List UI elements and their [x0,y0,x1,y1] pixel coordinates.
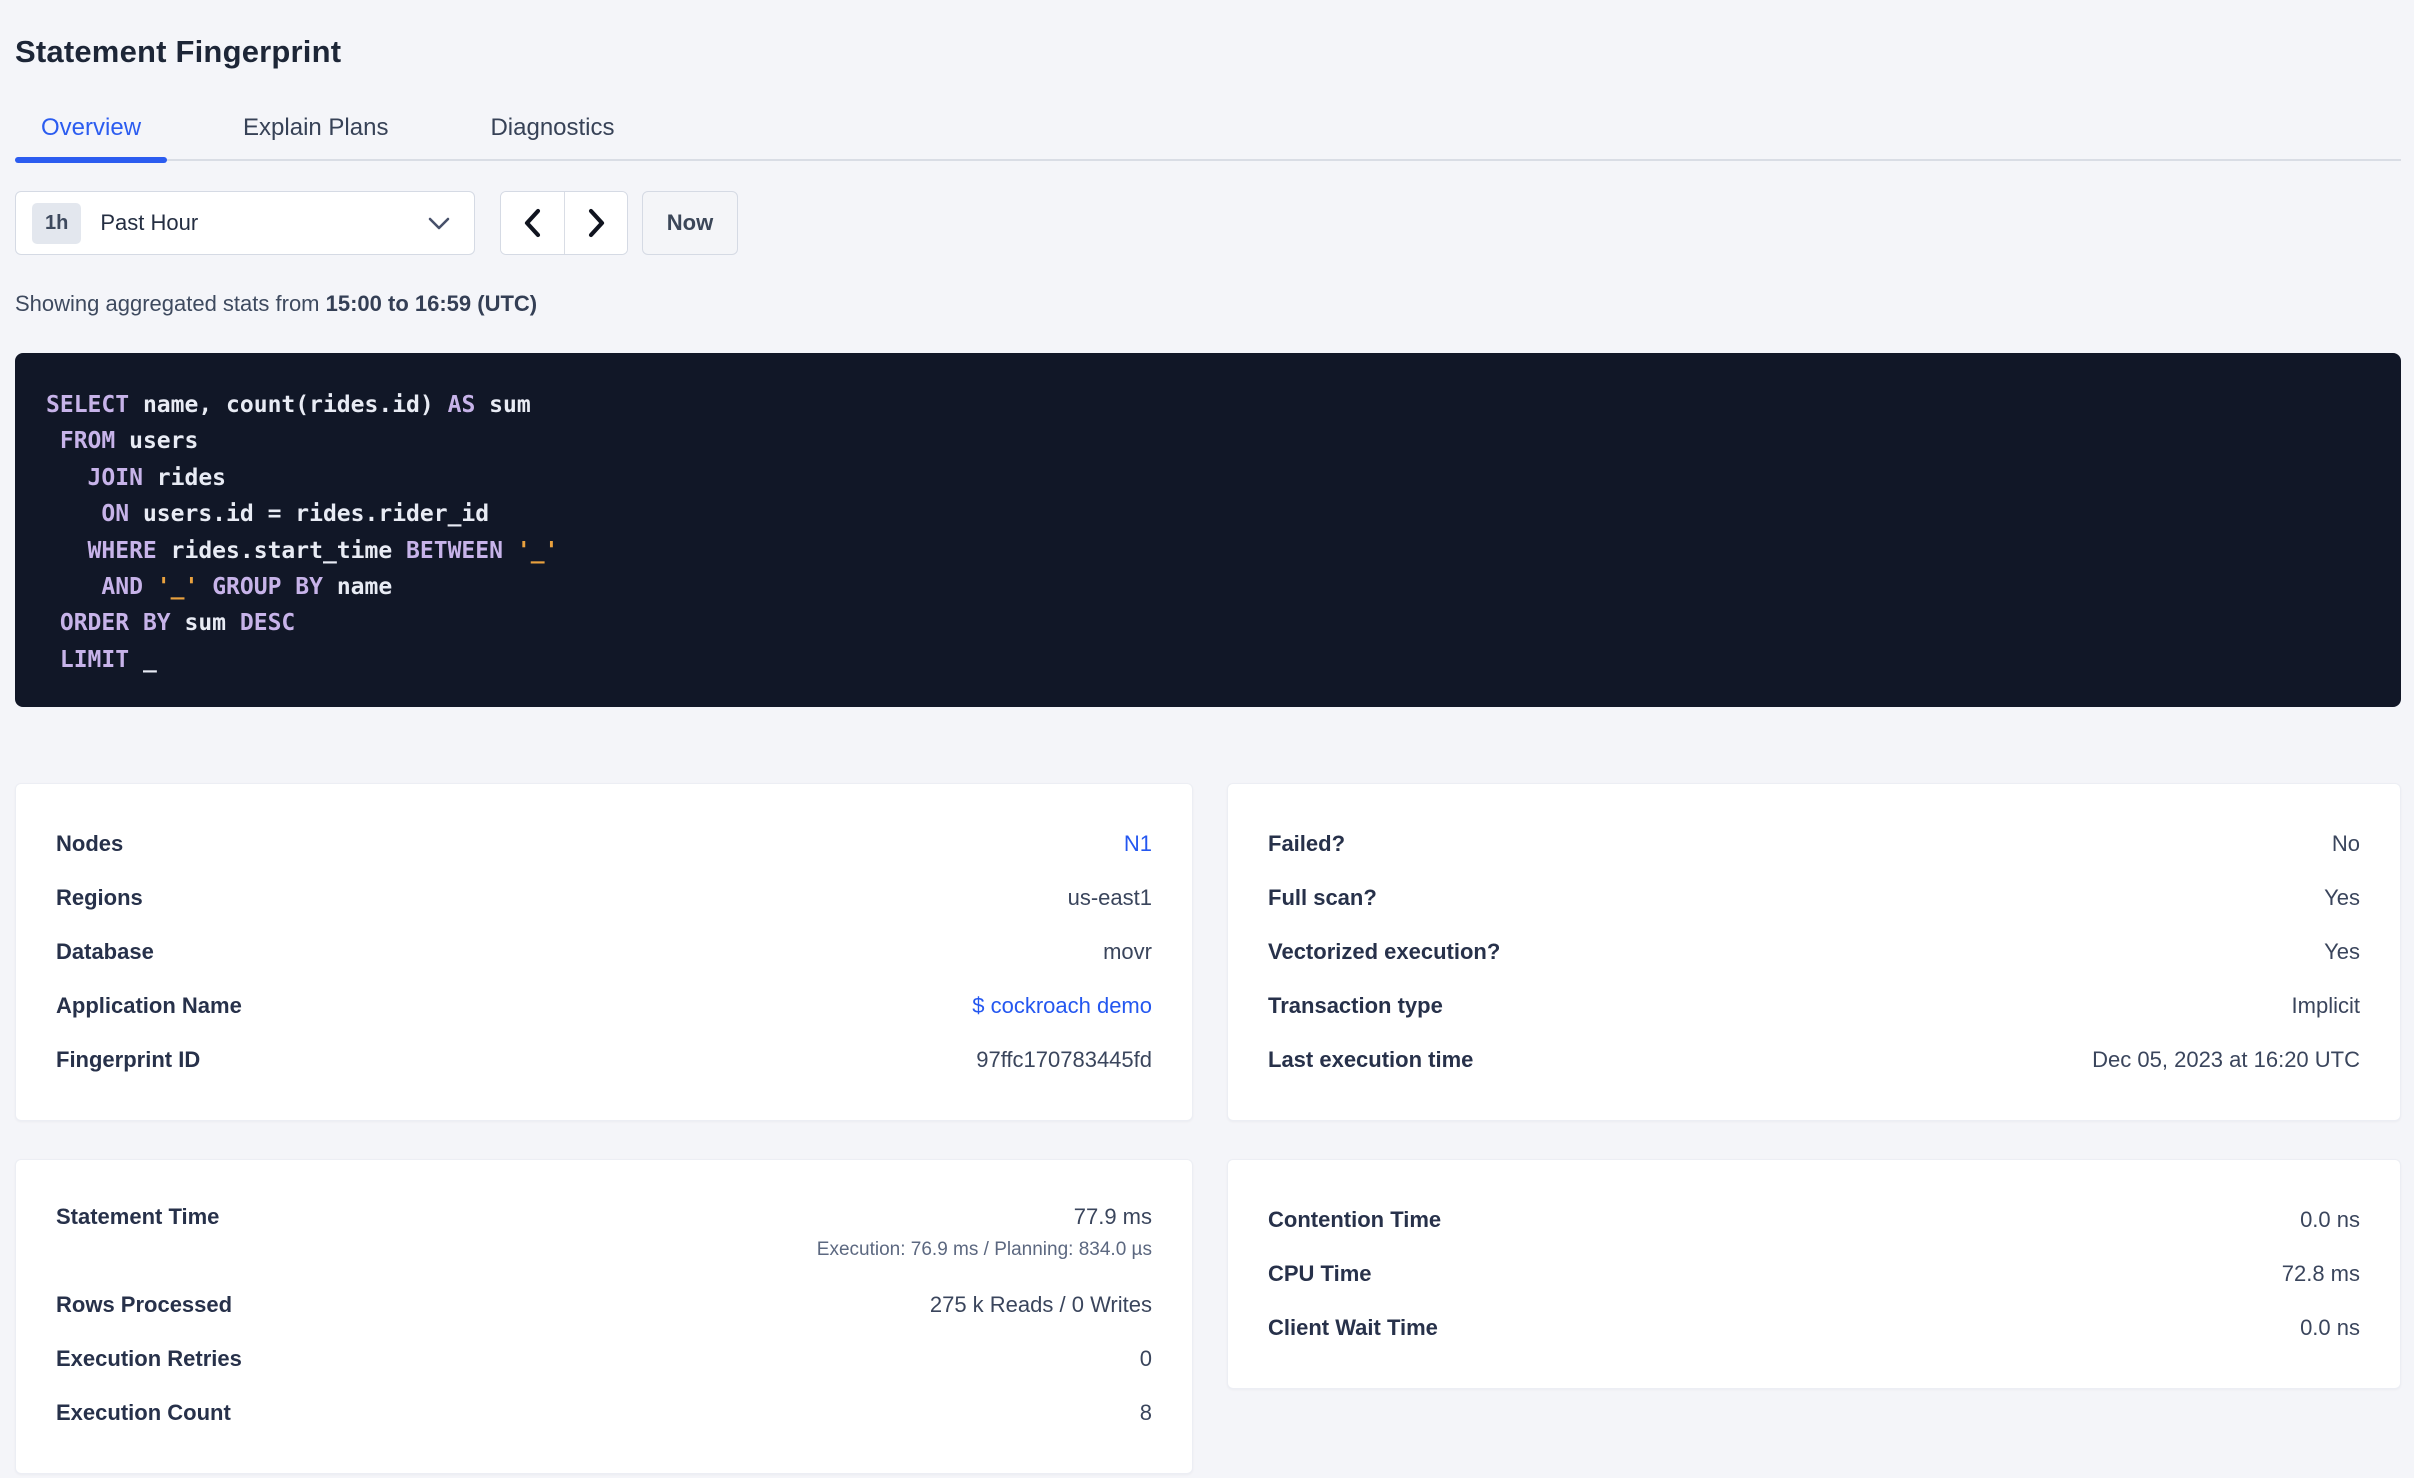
row-value: 8 [1139,1400,1152,1425]
row-label: Execution Count [56,1400,231,1425]
sql-code-line: ORDER BY sum DESC [59,610,296,637]
summary-row-vectorized: Vectorized execution? Yes [1268,925,2360,979]
row-label: Last execution time [1268,1047,1474,1072]
summary-row-last-execution-time: Last execution time Dec 05, 2023 at 16:2… [1268,1033,2360,1087]
row-value: us-east1 [1067,885,1152,910]
time-toolbar: 1h Past Hour Now [15,191,2401,255]
row-label: Nodes [56,831,124,856]
interval-badge: 1h [32,202,82,244]
sql-statement-code: SELECT name, count(rides.id) AS sum FROM… [46,387,2370,678]
overview-right-card: Failed? No Full scan? Yes Vectorized exe… [1227,783,2401,1121]
row-value: Implicit [2291,993,2360,1018]
interval-label: Past Hour [100,210,199,235]
row-label: Application Name [56,993,242,1018]
row-label: Client Wait Time [1268,1315,1438,1340]
overview-left-card: Nodes N1 Regions us-east1 Database movr … [15,783,1193,1121]
row-value: 0.0 ns [2300,1315,2360,1340]
stats-right-card: Contention Time 0.0 ns CPU Time 72.8 ms … [1227,1159,2401,1389]
row-value: 275 k Reads / 0 Writes [929,1292,1152,1317]
summary-row-client-wait-time: Client Wait Time 0.0 ns [1268,1301,2360,1355]
row-label: Statement Time [56,1204,220,1229]
sql-code-line: AND '_' GROUP BY name [101,574,393,601]
row-value: 0 [1139,1346,1152,1371]
summary-row-failed: Failed? No [1268,817,2360,871]
summary-row-application-name: Application Name $ cockroach demo [56,979,1152,1033]
summary-row-rows-processed: Rows Processed 275 k Reads / 0 Writes [56,1278,1152,1332]
row-value: 72.8 ms [2281,1261,2360,1286]
summary-row-execution-retries: Execution Retries 0 [56,1332,1152,1386]
tab-bar: Overview Explain Plans Diagnostics [15,114,2401,163]
row-label: CPU Time [1268,1261,1372,1286]
page-title: Statement Fingerprint [15,34,342,69]
summary-row-database: Database movr [56,925,1152,979]
sql-code-line: FROM users [59,428,199,455]
row-value: No [2331,831,2360,856]
row-label: Failed? [1268,831,1346,856]
aggregation-note-prefix: Showing aggregated stats from [15,291,326,316]
application-name-link[interactable]: $ cockroach demo [972,993,1152,1019]
summary-row-transaction-type: Transaction type Implicit [1268,979,2360,1033]
sql-code-line: LIMIT _ [59,646,157,673]
now-button[interactable]: Now [642,191,738,255]
row-value: movr [1103,939,1152,964]
row-label: Rows Processed [56,1292,233,1317]
row-label: Execution Retries [56,1346,242,1371]
row-label: Regions [56,885,143,910]
chevron-down-icon [428,217,450,229]
time-interval-select[interactable]: 1h Past Hour [15,191,475,255]
summary-row-contention-time: Contention Time 0.0 ns [1268,1193,2360,1247]
sql-code-line: SELECT name, count(rides.id) AS sum [46,392,531,418]
tab-overview[interactable]: Overview [15,114,168,163]
summary-row-full-scan: Full scan? Yes [1268,871,2360,925]
sql-code-line: WHERE rides.start_time BETWEEN '_' [87,537,559,564]
row-label: Vectorized execution? [1268,939,1501,964]
chevron-right-icon [588,208,604,238]
summary-row-fingerprint-id: Fingerprint ID 97ffc170783445fd [56,1033,1152,1087]
row-label: Full scan? [1268,885,1377,910]
statement-fingerprint-page: Statement Fingerprint Overview Explain P… [0,0,2414,1478]
summary-row-cpu-time: CPU Time 72.8 ms [1268,1247,2360,1301]
tab-diagnostics[interactable]: Diagnostics [464,114,640,159]
stats-left-card: Statement Time 77.9 ms Execution: 76.9 m… [15,1159,1193,1474]
summary-row-regions: Regions us-east1 [56,871,1152,925]
prev-interval-button[interactable] [501,192,564,254]
interval-nav-group [500,191,628,255]
row-value: Yes [2324,885,2360,910]
row-value: Dec 05, 2023 at 16:20 UTC [2092,1047,2360,1072]
tab-explain-plans[interactable]: Explain Plans [217,114,414,159]
aggregation-note-range: 15:00 to 16:59 (UTC) [325,291,538,316]
row-label: Contention Time [1268,1207,1442,1232]
row-label: Database [56,939,154,964]
summary-cards: Nodes N1 Regions us-east1 Database movr … [15,783,2401,1474]
row-value: 77.9 ms [1073,1204,1152,1229]
nodes-link[interactable]: N1 [1124,831,1152,857]
row-label: Fingerprint ID [56,1047,201,1072]
row-label: Transaction type [1268,993,1443,1018]
summary-row-nodes: Nodes N1 [56,817,1152,871]
sql-statement-box: SELECT name, count(rides.id) AS sum FROM… [15,353,2401,707]
aggregation-note: Showing aggregated stats from 15:00 to 1… [15,291,2401,317]
summary-row-statement-time: Statement Time 77.9 ms Execution: 76.9 m… [56,1193,1152,1278]
summary-row-execution-count: Execution Count 8 [56,1386,1152,1440]
row-value: 0.0 ns [2300,1207,2360,1232]
statement-time-breakdown: Execution: 76.9 ms / Planning: 834.0 µs [816,1239,1152,1260]
next-interval-button[interactable] [564,192,627,254]
row-value: 97ffc170783445fd [976,1047,1152,1072]
row-value: Yes [2324,939,2360,964]
sql-code-line: ON users.id = rides.rider_id [101,501,490,528]
chevron-left-icon [524,208,541,238]
sql-code-line: JOIN rides [87,464,227,491]
